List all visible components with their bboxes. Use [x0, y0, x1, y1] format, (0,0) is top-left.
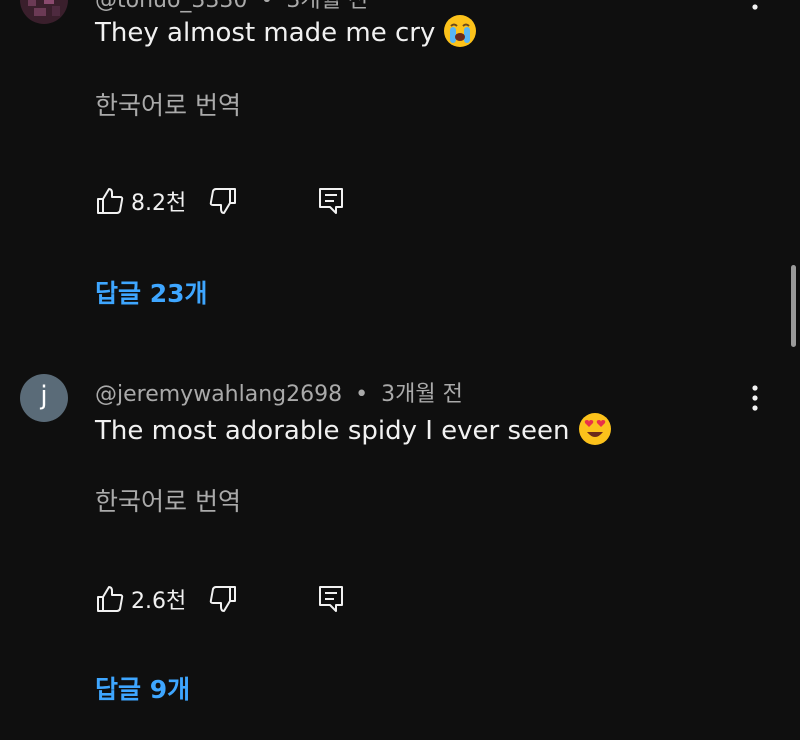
avatar[interactable]	[20, 0, 68, 24]
reply-icon[interactable]	[316, 584, 346, 614]
comment-actions: 2.6천	[95, 582, 346, 616]
replies-link[interactable]: 답글 9개	[95, 670, 190, 706]
comment-text-content: The most adorable spidy I ever seen	[95, 416, 570, 446]
translate-link[interactable]: 한국어로 번역	[95, 482, 241, 518]
translate-link[interactable]: 한국어로 번역	[95, 86, 241, 122]
meta-separator: •	[355, 382, 369, 407]
comment-text: They almost made me cry	[95, 14, 477, 48]
comment-text-content: They almost made me cry	[95, 18, 436, 48]
heart-eyes-face-icon	[578, 412, 611, 445]
comment-meta: @jeremywahlang2698 • 3개월 전	[95, 376, 463, 408]
meta-separator: •	[260, 0, 274, 13]
replies-link[interactable]: 답글 23개	[95, 274, 208, 310]
thumbs-up-icon[interactable]	[95, 186, 125, 216]
comment-text: The most adorable spidy I ever seen	[95, 412, 612, 446]
comment-time: 3개월 전	[286, 0, 369, 13]
comment-actions: 8.2천	[95, 184, 346, 218]
reply-icon[interactable]	[316, 186, 346, 216]
thumbs-up-icon[interactable]	[95, 584, 125, 614]
thumbs-down-icon[interactable]	[208, 584, 238, 614]
comment-time: 3개월 전	[381, 382, 463, 407]
scrollbar[interactable]	[791, 265, 796, 347]
like-count: 8.2천	[131, 191, 187, 216]
comment-author[interactable]: @tohuo_3330	[95, 0, 247, 13]
more-options-icon[interactable]	[745, 383, 765, 413]
avatar[interactable]: j	[20, 374, 68, 422]
loudly-crying-face-icon	[444, 14, 477, 47]
more-options-icon[interactable]	[745, 0, 765, 12]
like-count: 2.6천	[131, 589, 187, 614]
comment-meta: @tohuo_3330 • 3개월 전	[95, 0, 368, 14]
comment-author[interactable]: @jeremywahlang2698	[95, 382, 342, 407]
thumbs-down-icon[interactable]	[208, 186, 238, 216]
